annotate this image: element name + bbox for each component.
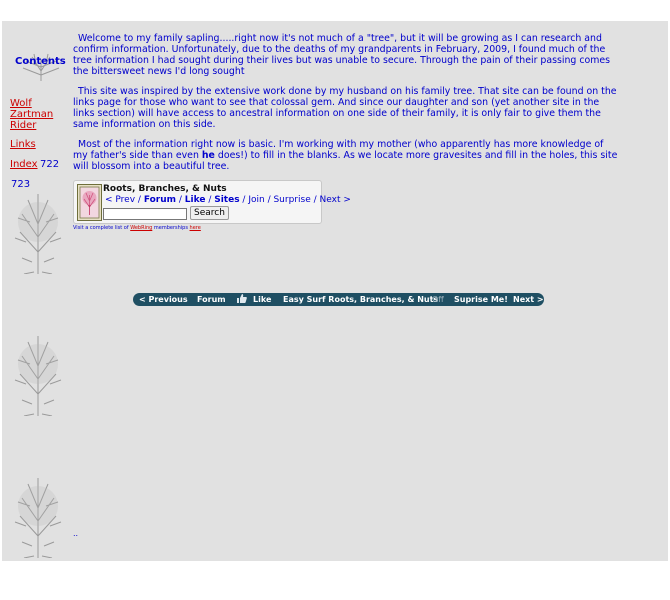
webring-forum-label: Forum [143,195,177,205]
note-text: memberships [152,225,190,231]
tree-icon [12,192,64,274]
bar-easy-surf-label: Easy Surf Roots, Branches, & Nuts [283,295,439,304]
webring-search-input[interactable] [103,208,187,220]
webring-next-link[interactable]: Next > [320,195,351,205]
tree-icon [12,476,64,558]
separator: / [205,195,215,205]
thumbs-up-icon[interactable] [236,293,247,306]
webring-logo[interactable] [77,184,102,221]
bar-forum-link[interactable]: Forum [197,295,226,304]
separator: / [176,195,185,205]
webring-like-label: Like [184,195,206,205]
sidebar-link-rider[interactable]: Rider [10,120,36,131]
webring-note: Visit a complete list of WebRing members… [73,225,201,231]
webring-nav: < Prev / Forum / Like / Sites / Join / S… [105,195,351,205]
paragraph-bold-text: he [201,150,215,161]
sidebar-link-index[interactable]: Index [10,159,38,170]
webring-prev-link[interactable]: < Prev [105,195,135,205]
webring-sites-label: Sites [214,195,240,205]
contents-heading: Contents [15,56,66,67]
webring-nav-bar: < Previous Forum Like Easy Surf Roots, B… [133,293,544,306]
sidebar-link-links[interactable]: Links [10,139,36,150]
memberships-here-link[interactable]: here [190,225,201,231]
bar-previous-link[interactable]: < Previous [139,295,188,304]
bar-like-link[interactable]: Like [253,295,271,304]
visitor-counter-2: 723 [11,179,31,190]
bar-next-link[interactable]: Next > [513,295,544,304]
webring-widget: Roots, Branches, & Nuts < Prev / Forum /… [73,180,351,224]
visitor-counter: 722 [40,159,60,170]
separator: / [239,195,249,205]
tree-icon [12,334,64,416]
webring-like-link[interactable]: Like [185,195,206,205]
webring-search-button[interactable]: Search [190,206,229,220]
sidebar-link-zartman[interactable]: Zartman [10,109,53,120]
webring-surprise-link[interactable]: Surprise [273,195,310,205]
footer-dots: .. [73,529,79,538]
progress-paragraph: Most of the information right now is bas… [73,139,618,172]
webring-title: Roots, Branches, & Nuts [103,184,227,194]
bar-surprise-link[interactable]: Suprise Me! [454,295,508,304]
intro-paragraph: Welcome to my family sapling.....right n… [73,33,611,77]
inspiration-paragraph: This site was inspired by the extensive … [73,86,617,130]
separator: / [310,195,320,205]
main-content: Welcome to my family sapling.....right n… [73,33,618,181]
note-text: Visit a complete list of [73,225,131,231]
separator: / [135,195,144,205]
webring-link[interactable]: WebRing [130,225,152,231]
webring-join-link[interactable]: Join [248,195,264,205]
webring-sites-link[interactable]: Sites [214,195,239,205]
webring-forum-link[interactable]: Forum [144,195,176,205]
sidebar-link-wolf[interactable]: Wolf [10,98,32,109]
bar-easy-surf-toggle[interactable]: Off [432,295,444,304]
